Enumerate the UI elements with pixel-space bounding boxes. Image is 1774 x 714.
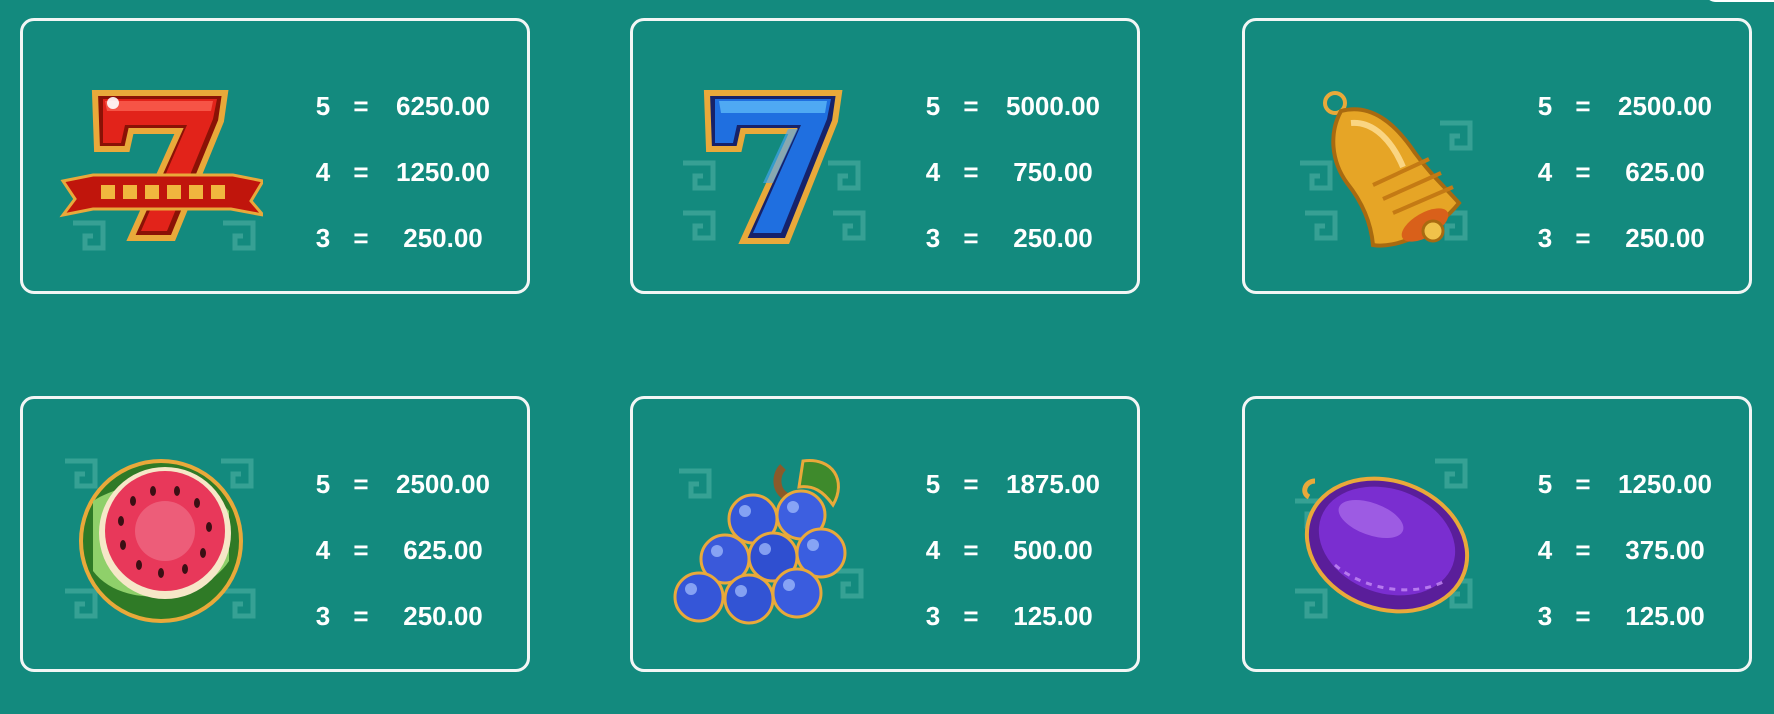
equals-sign: = — [1575, 222, 1591, 253]
blue-seven-icon — [663, 63, 873, 253]
equals-sign: = — [963, 534, 979, 565]
payout-row: 4 = 1250.00 — [308, 139, 508, 205]
payout-value: 2500.00 — [1618, 90, 1712, 121]
payout-row: 5 = 6250.00 — [308, 73, 508, 139]
payout-value: 2500.00 — [396, 468, 490, 499]
equals-sign: = — [1575, 468, 1591, 499]
equals-sign: = — [963, 156, 979, 187]
payout-row: 3 = 125.00 — [1530, 583, 1730, 649]
payout-row: 5 = 2500.00 — [308, 451, 508, 517]
payout-value: 250.00 — [1625, 222, 1705, 253]
equals-sign: = — [1575, 156, 1591, 187]
red-seven-icon — [53, 63, 263, 253]
payout-value: 625.00 — [403, 534, 483, 565]
payout-row: 3 = 250.00 — [308, 205, 508, 271]
payout-value: 250.00 — [1013, 222, 1093, 253]
match-count: 4 — [1537, 534, 1553, 565]
equals-sign: = — [353, 90, 369, 121]
payout-value: 250.00 — [403, 600, 483, 631]
payout-list: 5 = 1250.00 4 = 375.00 3 = 125.00 — [1530, 451, 1730, 649]
match-count: 3 — [1537, 600, 1553, 631]
payout-row: 5 = 2500.00 — [1530, 73, 1730, 139]
equals-sign: = — [963, 600, 979, 631]
payout-value: 6250.00 — [396, 90, 490, 121]
plum-icon — [1275, 441, 1485, 631]
payout-value: 750.00 — [1013, 156, 1093, 187]
payout-row: 4 = 625.00 — [1530, 139, 1730, 205]
equals-sign: = — [353, 534, 369, 565]
match-count: 5 — [1537, 90, 1553, 121]
payout-value: 250.00 — [403, 222, 483, 253]
scroll-tab-edge[interactable] — [1704, 0, 1774, 2]
payout-row: 3 = 250.00 — [308, 583, 508, 649]
equals-sign: = — [963, 90, 979, 121]
equals-sign: = — [963, 222, 979, 253]
payout-value: 1250.00 — [396, 156, 490, 187]
match-count: 3 — [925, 600, 941, 631]
payout-list: 5 = 5000.00 4 = 750.00 3 = 250.00 — [918, 73, 1118, 271]
payout-row: 4 = 625.00 — [308, 517, 508, 583]
paytable-card-blueberries: 5 = 1875.00 4 = 500.00 3 = 125.00 — [630, 396, 1140, 672]
match-count: 4 — [925, 156, 941, 187]
match-count: 5 — [1537, 468, 1553, 499]
equals-sign: = — [353, 600, 369, 631]
match-count: 4 — [315, 156, 331, 187]
match-count: 4 — [1537, 156, 1553, 187]
match-count: 3 — [1537, 222, 1553, 253]
payout-row: 5 = 1875.00 — [918, 451, 1118, 517]
payout-value: 125.00 — [1013, 600, 1093, 631]
payout-value: 1250.00 — [1618, 468, 1712, 499]
watermelon-icon — [53, 441, 263, 631]
payout-row: 4 = 750.00 — [918, 139, 1118, 205]
payout-row: 3 = 250.00 — [918, 205, 1118, 271]
equals-sign: = — [1575, 90, 1591, 121]
equals-sign: = — [963, 468, 979, 499]
payout-value: 5000.00 — [1006, 90, 1100, 121]
payout-row: 5 = 1250.00 — [1530, 451, 1730, 517]
equals-sign: = — [353, 468, 369, 499]
match-count: 4 — [925, 534, 941, 565]
equals-sign: = — [1575, 534, 1591, 565]
payout-value: 1875.00 — [1006, 468, 1100, 499]
payout-row: 3 = 250.00 — [1530, 205, 1730, 271]
payout-row: 3 = 125.00 — [918, 583, 1118, 649]
payout-value: 500.00 — [1013, 534, 1093, 565]
payout-row: 4 = 375.00 — [1530, 517, 1730, 583]
match-count: 5 — [315, 468, 331, 499]
payout-list: 5 = 6250.00 4 = 1250.00 3 = 250.00 — [308, 73, 508, 271]
match-count: 3 — [315, 222, 331, 253]
payout-value: 375.00 — [1625, 534, 1705, 565]
match-count: 4 — [315, 534, 331, 565]
paytable-card-watermelon: 5 = 2500.00 4 = 625.00 3 = 250.00 — [20, 396, 530, 672]
paytable-card-bell: 5 = 2500.00 4 = 625.00 3 = 250.00 — [1242, 18, 1752, 294]
payout-list: 5 = 2500.00 4 = 625.00 3 = 250.00 — [308, 451, 508, 649]
paytable-card-red-seven: 5 = 6250.00 4 = 1250.00 3 = 250.00 — [20, 18, 530, 294]
payout-list: 5 = 1875.00 4 = 500.00 3 = 125.00 — [918, 451, 1118, 649]
payout-value: 625.00 — [1625, 156, 1705, 187]
match-count: 5 — [925, 90, 941, 121]
blueberries-icon — [663, 441, 873, 631]
match-count: 5 — [925, 468, 941, 499]
payout-row: 5 = 5000.00 — [918, 73, 1118, 139]
payout-row: 4 = 500.00 — [918, 517, 1118, 583]
payout-list: 5 = 2500.00 4 = 625.00 3 = 250.00 — [1530, 73, 1730, 271]
equals-sign: = — [353, 222, 369, 253]
paytable-card-blue-seven: 5 = 5000.00 4 = 750.00 3 = 250.00 — [630, 18, 1140, 294]
paytable-card-plum: 5 = 1250.00 4 = 375.00 3 = 125.00 — [1242, 396, 1752, 672]
bell-icon — [1275, 63, 1485, 253]
match-count: 5 — [315, 90, 331, 121]
equals-sign: = — [353, 156, 369, 187]
payout-value: 125.00 — [1625, 600, 1705, 631]
match-count: 3 — [315, 600, 331, 631]
equals-sign: = — [1575, 600, 1591, 631]
match-count: 3 — [925, 222, 941, 253]
